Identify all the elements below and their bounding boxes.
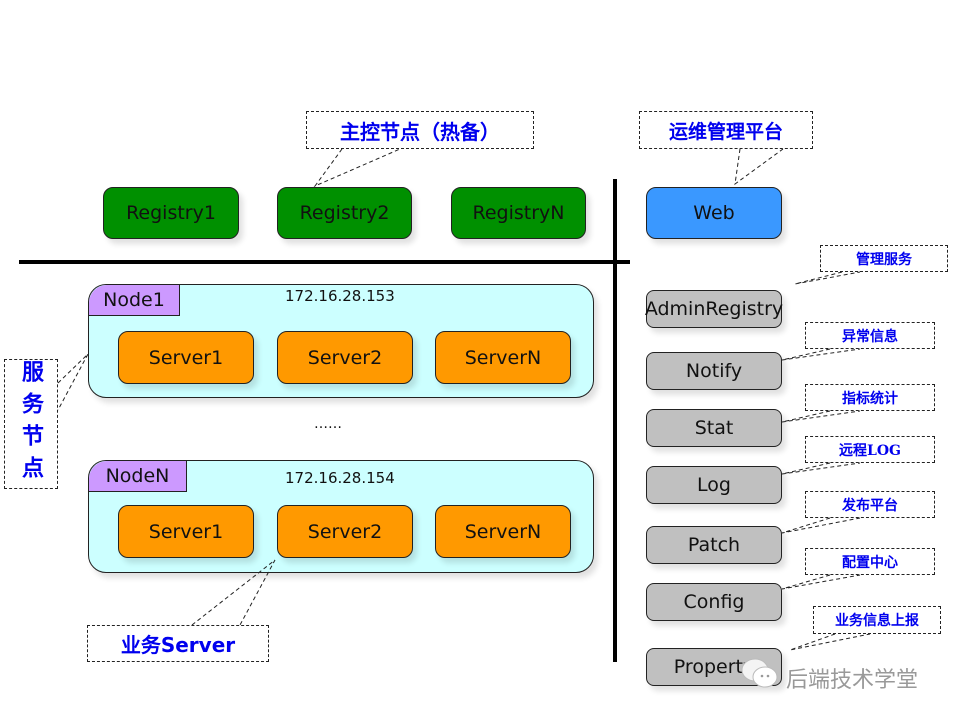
leader-service-nodes xyxy=(57,353,89,411)
horizontal-divider xyxy=(19,260,630,264)
registry-1[interactable]: Registry1 xyxy=(103,187,239,239)
service-config[interactable]: Config xyxy=(646,583,782,621)
node-n-ip: 172.16.28.154 xyxy=(285,469,395,487)
ellipsis: …… xyxy=(314,416,342,432)
master-callout: 主控节点（热备） xyxy=(306,111,534,149)
leader-log xyxy=(781,462,861,475)
ops-callout: 运维管理平台 xyxy=(639,111,813,149)
service-patch[interactable]: Patch xyxy=(646,526,782,564)
leader-admin xyxy=(794,271,861,285)
callout-business-report: 业务信息上报 xyxy=(813,606,941,634)
watermark-text: 后端技术学堂 xyxy=(786,668,919,693)
node-1-label: Node1 xyxy=(89,285,180,316)
callout-remote-log: 远程LOG xyxy=(805,436,935,463)
registry-n[interactable]: RegistryN xyxy=(451,187,586,239)
node-n-server-n[interactable]: ServerN xyxy=(435,505,571,558)
service-nodes-callout: 服务节点 xyxy=(4,359,58,489)
node-1-server-n[interactable]: ServerN xyxy=(435,331,571,384)
callout-metrics: 指标统计 xyxy=(805,384,935,411)
callout-config-center: 配置中心 xyxy=(805,548,935,575)
node-n-label: NodeN xyxy=(89,461,187,492)
node-1-server-2[interactable]: Server2 xyxy=(277,331,413,384)
node-n: NodeN 172.16.28.154 Server1 Server2 Serv… xyxy=(88,460,594,573)
node-1-ip: 172.16.28.153 xyxy=(285,287,395,305)
service-stat[interactable]: Stat xyxy=(646,409,782,447)
node-1-server-1[interactable]: Server1 xyxy=(118,331,254,384)
leader-config xyxy=(781,574,861,590)
leader-master xyxy=(313,148,401,188)
callout-admin-service: 管理服务 xyxy=(820,245,948,272)
callout-exception-info: 异常信息 xyxy=(805,322,935,349)
node-n-server-2[interactable]: Server2 xyxy=(277,505,413,558)
service-notify[interactable]: Notify xyxy=(646,352,782,390)
node-n-server-1[interactable]: Server1 xyxy=(118,505,254,558)
leader-notify xyxy=(781,348,861,361)
node-1: Node1 172.16.28.153 Server1 Server2 Serv… xyxy=(88,284,594,398)
service-admin-registry[interactable]: AdminRegistry xyxy=(645,290,783,328)
leader-ops xyxy=(734,148,784,186)
vertical-divider xyxy=(613,179,617,662)
service-log[interactable]: Log xyxy=(646,466,782,504)
leader-stat xyxy=(781,410,861,423)
callout-release-platform: 发布平台 xyxy=(805,491,935,518)
web-box[interactable]: Web xyxy=(646,187,782,239)
leader-patch xyxy=(781,517,861,534)
registry-2[interactable]: Registry2 xyxy=(277,187,412,239)
wechat-icon xyxy=(740,655,780,691)
leader-property xyxy=(789,633,871,651)
business-server-callout: 业务Server xyxy=(87,625,269,662)
